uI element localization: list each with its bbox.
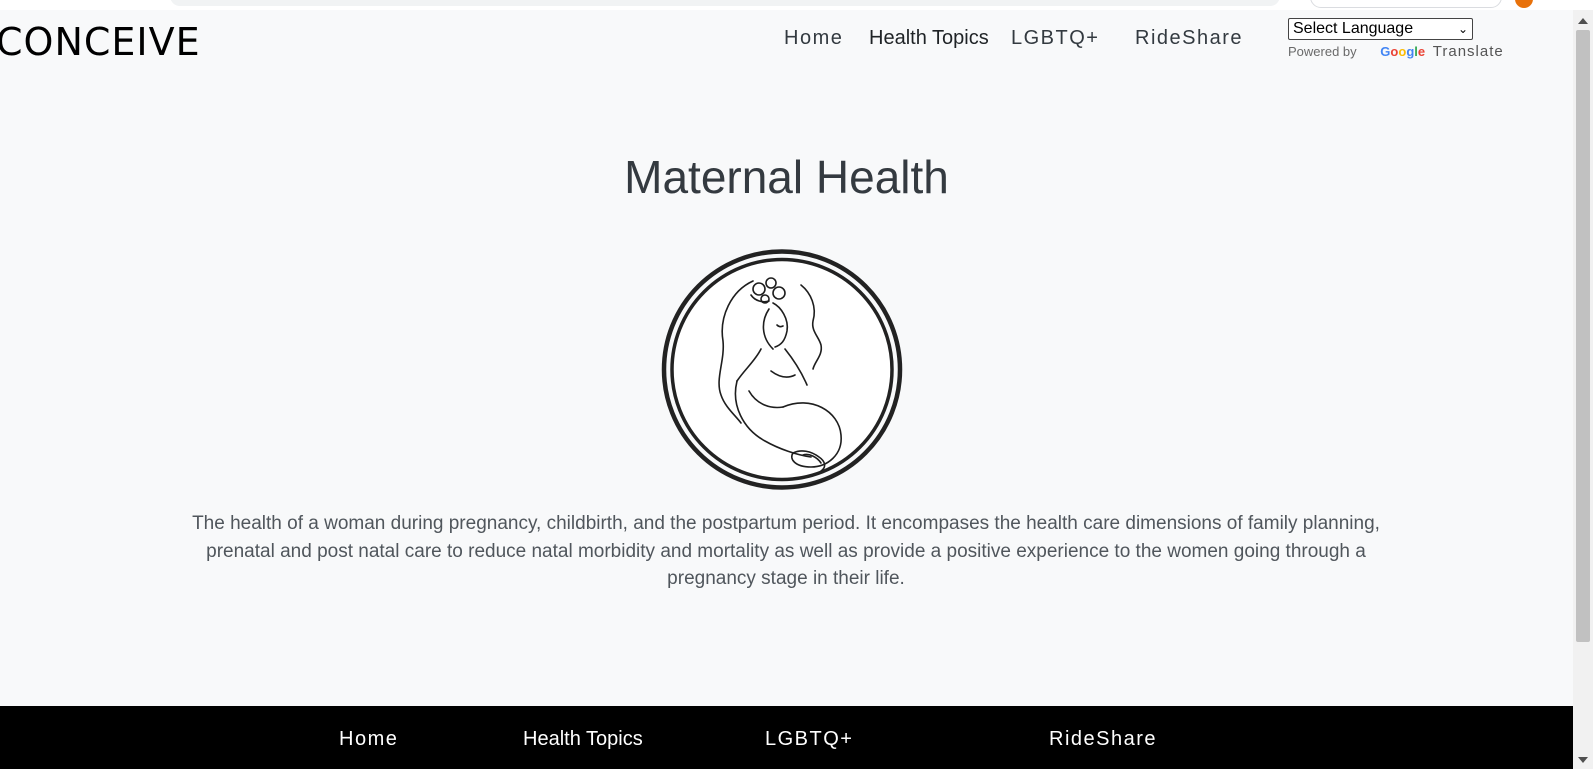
language-select[interactable]: Select Language ⌄ (1288, 18, 1473, 40)
nav-lgbtq[interactable]: LGBTQ+ (1011, 27, 1099, 50)
topic-description: The health of a woman during pregnancy, … (192, 513, 1380, 589)
vertical-scrollbar[interactable] (1573, 10, 1593, 769)
address-bar[interactable] (170, 0, 1280, 6)
nav-rideshare[interactable]: RideShare (1135, 27, 1243, 50)
profile-icon[interactable] (1515, 0, 1533, 8)
translate-label[interactable]: Translate (1433, 43, 1504, 60)
powered-by-label: Powered by (1288, 44, 1357, 59)
arrow-down-icon[interactable] (1578, 757, 1588, 763)
site-logo[interactable]: CONCEIVE (0, 15, 201, 69)
chevron-down-icon: ⌄ (1457, 22, 1468, 36)
nav-health-topics[interactable]: Health Topics (869, 27, 989, 50)
pregnant-woman-emblem-icon (661, 249, 903, 490)
browser-toolbar-pill[interactable] (1310, 0, 1502, 8)
footer-link-health-topics[interactable]: Health Topics (523, 728, 643, 751)
arrow-up-icon[interactable] (1578, 18, 1588, 24)
footer-link-rideshare[interactable]: RideShare (1049, 728, 1157, 751)
powered-by-line: Powered by Google Translate (1288, 43, 1504, 60)
google-translate-widget: Select Language ⌄ Powered by Google Tran… (1288, 18, 1504, 60)
page-title: Maternal Health (624, 151, 949, 203)
language-select-value: Select Language (1293, 20, 1414, 37)
page: CONCEIVE Home Health Topics LGBTQ+ RideS… (0, 10, 1573, 769)
footer-link-home[interactable]: Home (339, 728, 398, 751)
nav-home[interactable]: Home (784, 27, 843, 50)
scrollbar-thumb[interactable] (1576, 30, 1590, 642)
site-footer: Home Health Topics LGBTQ+ RideShare (0, 706, 1573, 769)
google-logo[interactable]: Google (1380, 44, 1425, 59)
footer-link-lgbtq[interactable]: LGBTQ+ (765, 728, 853, 751)
